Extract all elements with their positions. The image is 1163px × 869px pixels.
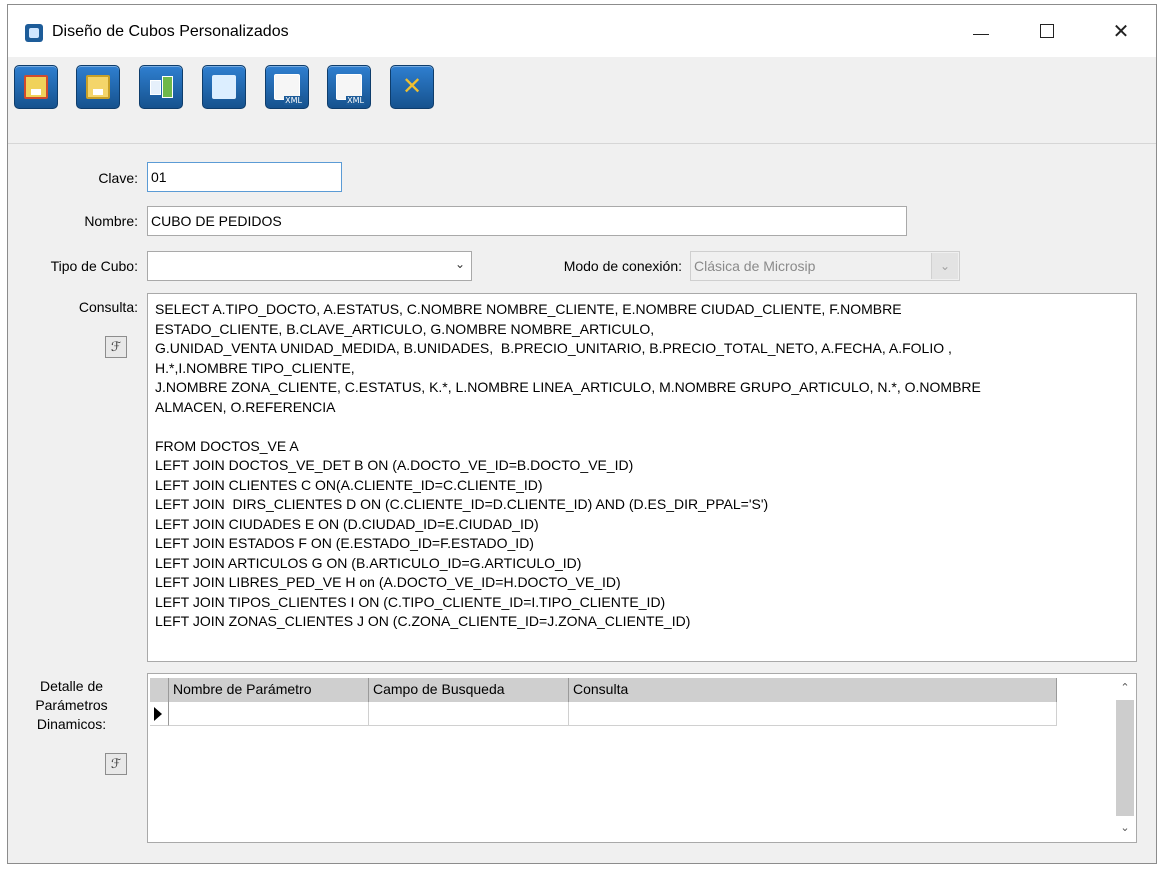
app-icon — [25, 24, 43, 42]
consulta-line: LEFT JOIN ESTADOS F ON (E.ESTADO_ID=F.ES… — [155, 535, 534, 551]
maximize-button[interactable] — [1024, 13, 1070, 49]
consulta-line: FROM DOCTOS_VE A — [155, 437, 299, 454]
detalle-label-line: Detalle de — [39, 678, 104, 694]
maximize-icon — [1040, 24, 1054, 38]
scroll-track[interactable] — [1116, 700, 1134, 816]
column-header[interactable]: Consulta — [569, 678, 1057, 702]
scroll-up-icon[interactable]: ⌃ — [1116, 678, 1134, 698]
consulta-line: LEFT JOIN TIPOS_CLIENTES I ON (C.TIPO_CL… — [155, 593, 666, 610]
minimize-button[interactable] — [958, 13, 1004, 49]
grid-header: Nombre de Parámetro Campo de Busqueda Co… — [150, 678, 1057, 702]
design-button[interactable] — [139, 65, 183, 109]
nombre-label: Nombre: — [84, 213, 138, 229]
cancel-icon: ✕ — [401, 73, 423, 100]
column-header[interactable]: Nombre de Parámetro — [169, 678, 369, 702]
consulta-line: LEFT JOIN LIBRES_PED_VE H on (A.DOCTO_VE… — [155, 574, 621, 590]
clave-label: Clave: — [98, 170, 138, 186]
import-xml-button[interactable] — [265, 65, 309, 109]
consulta-line: ALMACEN, O.REFERENCIA — [155, 398, 336, 415]
clave-input[interactable]: 01 — [147, 162, 342, 192]
consulta-line: ESTADO_CLIENTE, B.CLAVE_ARTICULO, G.NOMB… — [155, 320, 655, 337]
consulta-line: J.NOMBRE ZONA_CLIENTE, C.ESTATUS, K.*, L… — [155, 379, 981, 395]
lightning-icon: ℱ — [110, 756, 122, 771]
grid-vertical-scrollbar[interactable]: ⌃ ⌄ — [1116, 678, 1134, 838]
scroll-down-icon[interactable]: ⌄ — [1116, 818, 1134, 838]
consulta-line: LEFT JOIN CLIENTES C ON(A.CLIENTE_ID=C.C… — [155, 476, 543, 493]
xml-export-icon — [336, 74, 366, 105]
table-row[interactable] — [150, 702, 1057, 726]
database-icon — [212, 75, 236, 99]
consulta-line: H.*,I.NOMBRE TIPO_CLIENTE, — [155, 359, 355, 376]
cancel-button[interactable]: ✕ — [390, 65, 434, 109]
modo-conexion-select: Clásica de Microsip ⌄ — [690, 251, 960, 281]
tipo-cubo-label: Tipo de Cubo: — [50, 258, 138, 274]
tipo-cubo-select[interactable]: ⌄ — [147, 251, 472, 281]
xml-import-icon — [274, 74, 304, 105]
row-indicator-header — [150, 678, 169, 702]
modo-conexion-label: Modo de conexión: — [563, 258, 682, 274]
title-bar: Diseño de Cubos Personalizados ✕ — [8, 5, 1156, 57]
save-icon — [86, 75, 110, 99]
close-icon: ✕ — [1112, 20, 1130, 43]
window-title: Diseño de Cubos Personalizados — [52, 23, 289, 40]
detalle-label-line: Parámetros — [35, 697, 108, 713]
export-xml-button[interactable] — [327, 65, 371, 109]
current-row-indicator-icon — [150, 702, 169, 726]
consulta-line: LEFT JOIN DOCTOS_VE_DET B ON (A.DOCTO_VE… — [155, 457, 634, 473]
chevron-down-icon: ⌄ — [931, 253, 958, 279]
consulta-textarea[interactable]: SELECT A.TIPO_DOCTO, A.ESTATUS, C.NOMBRE… — [147, 293, 1137, 662]
consulta-sql-button[interactable]: ℱ — [105, 336, 127, 358]
consulta-line: LEFT JOIN ZONAS_CLIENTES J ON (C.ZONA_CL… — [155, 613, 691, 629]
consulta-line: LEFT JOIN CIUDADES E ON (D.CIUDAD_ID=E.C… — [155, 515, 539, 532]
consulta-line: LEFT JOIN ARTICULOS G ON (B.ARTICULO_ID=… — [155, 554, 582, 571]
chevron-down-icon: ⌄ — [454, 257, 465, 271]
consulta-line: SELECT A.TIPO_DOCTO, A.ESTATUS, C.NOMBRE… — [155, 301, 902, 317]
nombre-input[interactable]: CUBO DE PEDIDOS — [147, 206, 907, 236]
table-cell[interactable] — [169, 702, 369, 726]
consulta-line: LEFT JOIN DIRS_CLIENTES D ON (C.CLIENTE_… — [155, 496, 769, 512]
parametros-grid[interactable]: Nombre de Parámetro Campo de Busqueda Co… — [147, 673, 1137, 843]
minimize-icon — [973, 33, 989, 35]
consulta-label: Consulta: — [78, 299, 138, 315]
save-close-icon — [24, 75, 48, 99]
close-button[interactable]: ✕ — [1098, 13, 1144, 49]
consulta-line — [155, 417, 1129, 437]
column-header[interactable]: Campo de Busqueda — [369, 678, 569, 702]
cube-button[interactable] — [202, 65, 246, 109]
toolbar: ✕ — [8, 57, 1156, 144]
save-close-button[interactable] — [14, 65, 58, 109]
tree-icon — [149, 75, 173, 99]
table-cell[interactable] — [369, 702, 569, 726]
consulta-line: G.UNIDAD_VENTA UNIDAD_MEDIDA, B.UNIDADES… — [155, 340, 952, 356]
detalle-label-line: Dinamicos: — [36, 716, 107, 732]
save-button[interactable] — [76, 65, 120, 109]
lightning-icon: ℱ — [110, 339, 122, 354]
table-cell[interactable] — [569, 702, 1057, 726]
modo-conexion-value: Clásica de Microsip — [694, 258, 816, 274]
parametros-sql-button[interactable]: ℱ — [105, 753, 127, 775]
detalle-label: Detalle de Parámetros Dinamicos: — [18, 677, 125, 734]
main-window: Diseño de Cubos Personalizados ✕ ✕ Clave… — [7, 4, 1157, 864]
